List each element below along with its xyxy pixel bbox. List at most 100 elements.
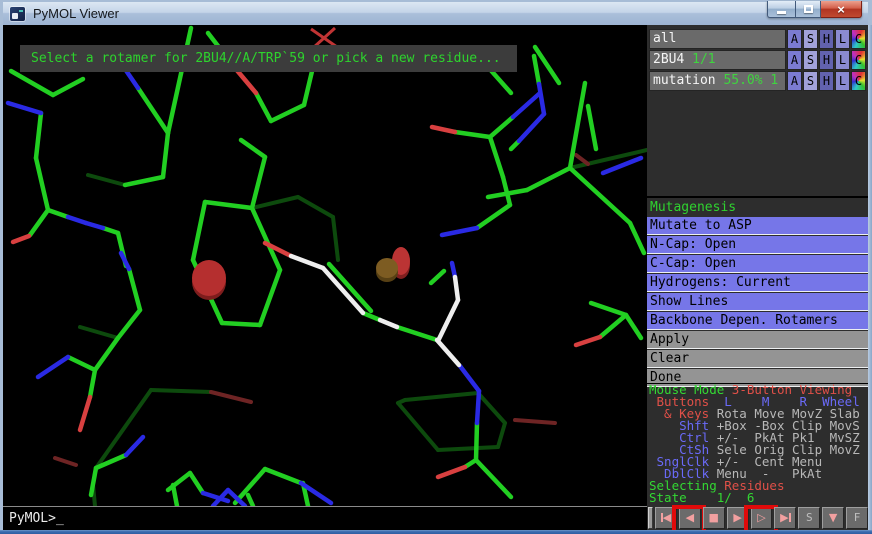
playback-button-s-mode[interactable]: S bbox=[798, 507, 820, 529]
command-prompt: PyMOL> bbox=[9, 511, 56, 526]
mouse-matrix-text: State bbox=[649, 490, 717, 505]
mutagenesis-button-c-cap-open[interactable]: C-Cap: Open bbox=[647, 255, 868, 273]
close-button[interactable]: × bbox=[821, 1, 862, 18]
minimize-button[interactable] bbox=[767, 1, 795, 18]
bond-green bbox=[588, 106, 596, 149]
bond-dim_green bbox=[405, 393, 478, 400]
mutagenesis-button-mutate-to-asp[interactable]: Mutate to ASP bbox=[647, 217, 868, 235]
bond-dim_green bbox=[252, 197, 298, 208]
bond-dim_green bbox=[478, 393, 505, 423]
object-action-button-s[interactable]: S bbox=[803, 71, 818, 91]
bond-green bbox=[252, 208, 280, 270]
titlebar[interactable]: PyMOL Viewer bbox=[3, 2, 868, 25]
object-label-text: 2BU4 bbox=[653, 52, 692, 67]
bond-dim_green bbox=[88, 175, 125, 185]
app-icon-dot bbox=[12, 13, 18, 19]
object-row: mutation 55.0% 1ASHLC bbox=[649, 71, 866, 91]
bond-green bbox=[11, 71, 53, 95]
bond-red bbox=[438, 467, 465, 477]
maximize-button[interactable] bbox=[795, 1, 821, 18]
playback-button-frame-rate[interactable]: ▼ bbox=[822, 507, 844, 529]
object-action-button-l[interactable]: L bbox=[835, 29, 850, 49]
mouse-matrix-line-9[interactable]: State 1/ 6 bbox=[649, 492, 868, 504]
mutagenesis-button-apply[interactable]: Apply bbox=[647, 331, 868, 349]
object-action-button-h[interactable]: H bbox=[819, 71, 834, 91]
mouse-mode-panel: Mouse Mode 3-Button Viewing Buttons L M … bbox=[647, 383, 868, 504]
mutagenesis-button-n-cap-open[interactable]: N-Cap: Open bbox=[647, 236, 868, 254]
playback-button-stop[interactable]: ■ bbox=[703, 507, 725, 529]
window-border-right bbox=[868, 25, 872, 530]
playback-button-play[interactable]: ▶ bbox=[727, 507, 749, 529]
object-action-button-a[interactable]: A bbox=[787, 29, 802, 49]
side-panel: allASHLC2BU4 1/1ASHLCmutation 55.0% 1ASH… bbox=[647, 25, 868, 530]
object-action-button-h[interactable]: H bbox=[819, 29, 834, 49]
bond-green bbox=[90, 370, 95, 397]
bond-green bbox=[431, 271, 444, 283]
object-row: 2BU4 1/1ASHLC bbox=[649, 50, 866, 70]
bond-green bbox=[626, 315, 641, 338]
step-back-icon: ◀ bbox=[686, 512, 694, 523]
playback-button-step-back[interactable]: ◀ bbox=[679, 507, 701, 529]
object-action-button-s[interactable]: S bbox=[803, 29, 818, 49]
object-action-button-l[interactable]: L bbox=[835, 71, 850, 91]
bond-red bbox=[80, 397, 90, 430]
object-action-button-h[interactable]: H bbox=[819, 50, 834, 70]
bond-blue bbox=[477, 391, 479, 423]
object-action-button-s[interactable]: S bbox=[803, 50, 818, 70]
bond-green bbox=[138, 88, 168, 133]
mutagenesis-button-backbone-depen-rotamers[interactable]: Backbone Depen. Rotamers bbox=[647, 312, 868, 330]
object-name[interactable]: all bbox=[649, 29, 786, 49]
playback-button-skip-to-start[interactable]: ◀ bbox=[655, 507, 677, 529]
viewport-3d[interactable]: Select a rotamer for 2BU4//A/TRP`59 or p… bbox=[3, 25, 647, 506]
f-mode-icon: F bbox=[854, 512, 861, 523]
object-action-button-c[interactable]: C bbox=[851, 29, 866, 49]
playback-button-f-mode[interactable]: F bbox=[846, 507, 868, 529]
object-name[interactable]: mutation 55.0% 1 bbox=[649, 71, 786, 91]
object-action-button-l[interactable]: L bbox=[835, 50, 850, 70]
bond-green bbox=[95, 338, 118, 370]
object-action-button-a[interactable]: A bbox=[787, 71, 802, 91]
bond-green bbox=[248, 495, 253, 506]
mutagenesis-button-clear[interactable]: Clear bbox=[647, 350, 868, 368]
bond-green bbox=[36, 113, 41, 158]
playback-button-skip-to-end[interactable]: ▶ bbox=[774, 507, 796, 529]
bond-green bbox=[455, 132, 490, 137]
panel-grip[interactable] bbox=[648, 507, 653, 529]
object-action-button-c[interactable]: C bbox=[851, 71, 866, 91]
bond-dim_red bbox=[576, 155, 588, 164]
app-icon-dash bbox=[19, 10, 23, 12]
object-action-button-c[interactable]: C bbox=[851, 50, 866, 70]
mouse-mode-matrix: Mouse Mode 3-Button Viewing Buttons L M … bbox=[649, 384, 868, 504]
bond-green bbox=[477, 205, 510, 228]
clash-disc bbox=[376, 258, 398, 278]
bond-green bbox=[271, 105, 304, 121]
bar-icon bbox=[789, 513, 791, 522]
command-input[interactable]: PyMOL>_ bbox=[3, 506, 647, 530]
mutagenesis-button-hydrogens-current[interactable]: Hydrogens: Current bbox=[647, 274, 868, 292]
playback-button-step-forward[interactable]: ▷ bbox=[751, 507, 773, 529]
bond-green bbox=[490, 117, 513, 137]
bond-green bbox=[173, 485, 177, 506]
object-action-button-a[interactable]: A bbox=[787, 50, 802, 70]
bond-dim_green bbox=[438, 447, 498, 450]
molecule-scene bbox=[3, 25, 647, 506]
bond-green bbox=[260, 270, 280, 325]
mutagenesis-buttons: Mutate to ASPN-Cap: OpenC-Cap: OpenHydro… bbox=[647, 217, 868, 387]
bond-white bbox=[455, 277, 458, 300]
minimize-icon bbox=[777, 11, 786, 14]
bond-green bbox=[304, 67, 313, 105]
bond-green bbox=[241, 140, 265, 157]
maximize-icon bbox=[804, 5, 813, 13]
bond-green bbox=[363, 313, 380, 320]
bond-green bbox=[591, 303, 626, 315]
object-name[interactable]: 2BU4 1/1 bbox=[649, 50, 786, 70]
object-state-text: 55.0% 1 bbox=[723, 73, 778, 88]
bond-white bbox=[438, 300, 458, 341]
playback-bar: ◀◀■▶▷▶S▼F bbox=[647, 505, 868, 530]
bond-red bbox=[13, 236, 29, 242]
mutagenesis-button-show-lines[interactable]: Show Lines bbox=[647, 293, 868, 311]
app-icon bbox=[10, 7, 25, 21]
skip-to-start-icon: ◀ bbox=[663, 512, 671, 523]
bond-green bbox=[630, 223, 644, 253]
step-forward-icon: ▷ bbox=[757, 512, 765, 523]
